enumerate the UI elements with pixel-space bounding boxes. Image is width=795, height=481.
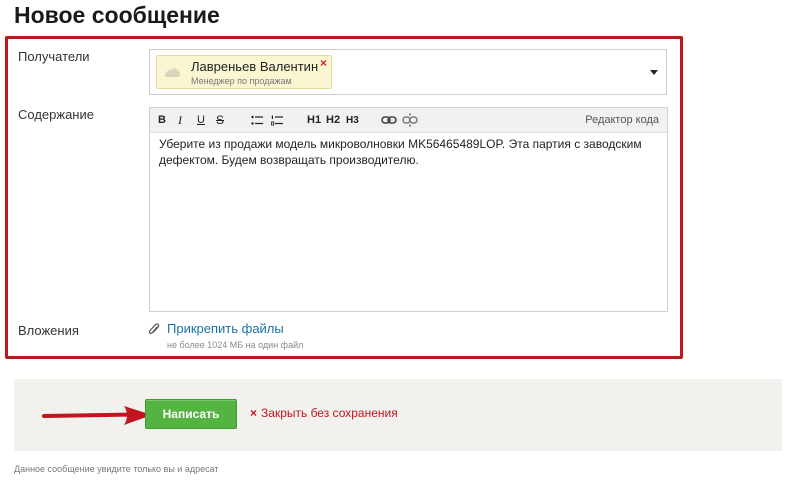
footer-note: Данное сообщение увидите только вы и адр… [14,464,219,474]
message-editor[interactable]: B I U S H1 H2 H3 Редактор кода Уберите и… [149,107,668,312]
dropdown-icon[interactable] [650,70,658,75]
numbered-list-icon[interactable] [271,112,283,128]
heading1-button[interactable]: H1 [307,112,321,128]
underline-button[interactable]: U [197,112,205,128]
recipients-label: Получатели [18,49,90,64]
bullet-list-icon[interactable] [251,112,263,128]
recipient-chip[interactable]: Лавреньев Валентин Менеджер по продажам … [156,55,332,89]
close-icon: × [250,406,258,420]
page-title: Новое сообщение [14,2,220,28]
message-form: Получатели Лавреньев Валентин Менеджер п… [5,36,683,359]
arrow-icon [42,406,152,425]
close-without-saving-link[interactable]: × Закрыть без сохранения [250,406,398,420]
submit-button[interactable]: Написать [145,399,237,429]
attachments-label: Вложения [18,323,79,338]
link-icon[interactable] [381,112,397,128]
remove-icon[interactable]: × [320,56,327,70]
message-text[interactable]: Уберите из продажи модель микроволновки … [159,136,653,168]
recipients-field[interactable]: Лавреньев Валентин Менеджер по продажам … [149,49,667,95]
italic-button[interactable]: I [178,112,182,128]
code-editor-button[interactable]: Редактор кода [585,112,659,128]
unlink-icon[interactable] [402,112,418,128]
strikethrough-button[interactable]: S [216,112,224,128]
attach-files-link[interactable]: Прикрепить файлы [167,321,284,336]
attach-hint: не более 1024 МБ на один файл [167,340,304,350]
close-label: Закрыть без сохранения [261,406,398,420]
paperclip-icon[interactable] [148,323,160,337]
recipient-role: Менеджер по продажам [191,76,292,86]
heading3-button[interactable]: H3 [346,112,359,128]
content-label: Содержание [18,107,94,122]
avatar-icon [165,68,181,77]
bold-button[interactable]: B [158,112,166,128]
recipient-name: Лавреньев Валентин [191,59,319,74]
action-bar: Написать × Закрыть без сохранения [14,379,782,451]
editor-toolbar: B I U S H1 H2 H3 Редактор кода [150,108,667,133]
heading2-button[interactable]: H2 [326,112,340,128]
